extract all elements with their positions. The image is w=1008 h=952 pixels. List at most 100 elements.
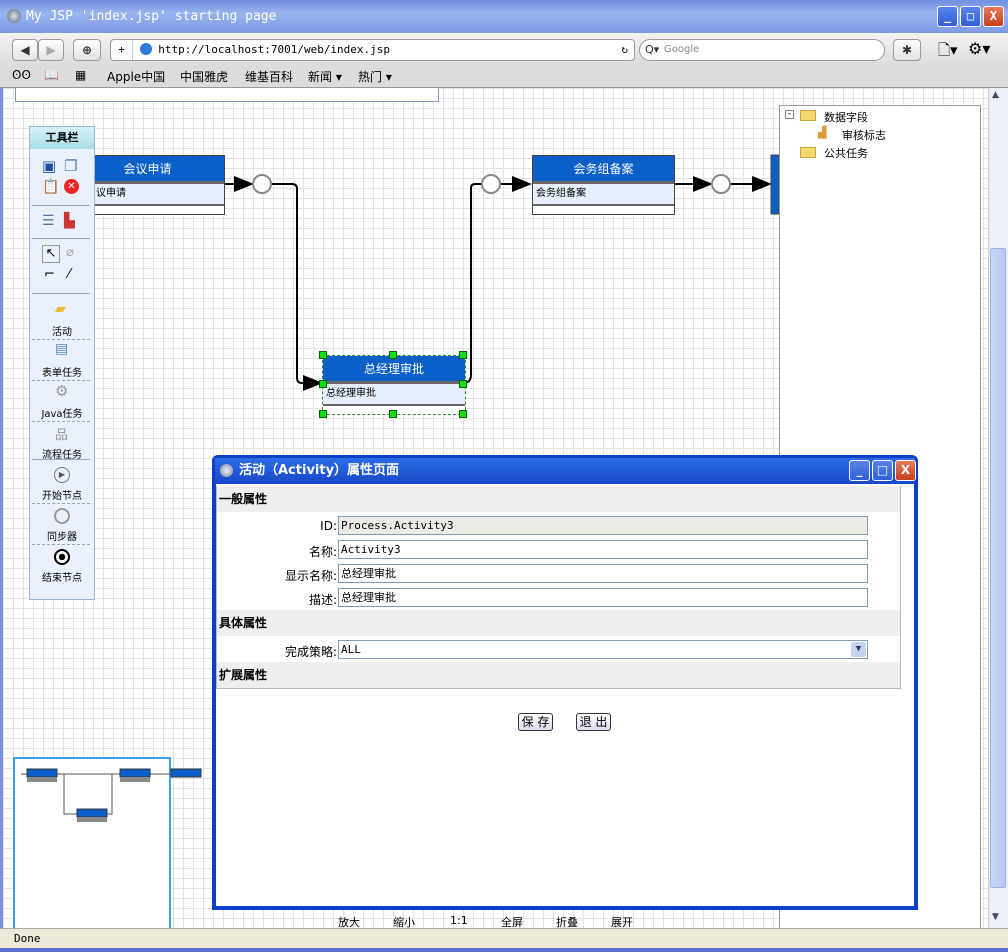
display-name-field[interactable]: 总经理审批 bbox=[338, 564, 868, 583]
bookmark-yahoo[interactable]: 中国雅虎 bbox=[180, 68, 228, 85]
activity-node[interactable]: 会务组备案 会务组备案 bbox=[532, 155, 675, 215]
resize-handle[interactable] bbox=[389, 351, 397, 359]
tool-end-node[interactable]: 结束节点 bbox=[30, 569, 94, 584]
java-task-icon[interactable]: ⚙ bbox=[55, 382, 68, 400]
collapse-icon[interactable]: - bbox=[785, 110, 794, 119]
scroll-down-arrow[interactable]: ▼ bbox=[992, 912, 999, 922]
end-node-icon[interactable] bbox=[54, 549, 70, 565]
dialog-maximize-button[interactable]: □ bbox=[872, 460, 893, 481]
save-icon[interactable]: ▣ bbox=[42, 157, 56, 175]
dialog-close-button[interactable]: X bbox=[895, 460, 916, 481]
field-label: 完成策略: bbox=[284, 645, 337, 659]
gear-icon[interactable]: ⚙▾ bbox=[968, 39, 990, 58]
tool-start-node[interactable]: 开始节点 bbox=[30, 487, 94, 502]
tree-item-public-tasks[interactable]: 公共任务 bbox=[824, 145, 868, 161]
search-input[interactable]: Q▾ Google bbox=[639, 39, 885, 61]
tool-activity[interactable]: 活动 bbox=[30, 323, 94, 338]
collapse-button[interactable]: 折叠 bbox=[556, 914, 578, 928]
add-bookmark-button[interactable]: ⊕ bbox=[73, 39, 101, 61]
window-title-bar: My JSP 'index.jsp' starting page _ □ X bbox=[0, 0, 1008, 33]
toolbox-title: 工具栏 bbox=[30, 127, 94, 149]
activity-icon[interactable]: ▰ bbox=[55, 301, 66, 317]
minimize-button[interactable]: _ bbox=[937, 6, 958, 27]
field-label: 显示名称: bbox=[284, 569, 337, 583]
dialog-minimize-button[interactable]: _ bbox=[849, 460, 870, 481]
delete-icon[interactable]: ✕ bbox=[64, 179, 79, 194]
chevron-down-icon[interactable]: ▼ bbox=[851, 642, 866, 657]
start-node-icon[interactable]: ▶ bbox=[54, 467, 70, 483]
folder-icon bbox=[800, 110, 816, 121]
folder-icon bbox=[800, 147, 816, 158]
add-icon[interactable]: + bbox=[111, 40, 133, 60]
section-general: 一般属性 bbox=[217, 486, 900, 512]
resize-handle[interactable] bbox=[459, 410, 467, 418]
toolbox-panel: 工具栏 ▣ ❐ 📋 ✕ ☰ ▙ ↖ ⌀ ⌐ ⁄ ▰ 活动 ▤ 表单任务 ⚙ Ja… bbox=[29, 126, 95, 600]
list-icon[interactable]: ☰ bbox=[42, 213, 55, 229]
chart-icon[interactable]: ▙ bbox=[64, 213, 75, 229]
field-label: 名称: bbox=[308, 545, 337, 559]
resize-handle[interactable] bbox=[459, 351, 467, 359]
page-menu-icon[interactable]: 🗋▾ bbox=[938, 40, 958, 65]
node-body: 会务组备案 bbox=[533, 184, 674, 206]
name-field[interactable]: Activity3 bbox=[338, 540, 868, 559]
scroll-up-arrow[interactable]: ▲ bbox=[992, 90, 999, 100]
globe-icon bbox=[139, 43, 152, 55]
bookmark-wiki[interactable]: 维基百科 bbox=[245, 68, 293, 85]
maximize-button[interactable]: □ bbox=[960, 6, 981, 27]
resize-handle[interactable] bbox=[319, 351, 327, 359]
tool-form-task[interactable]: 表单任务 bbox=[30, 364, 94, 379]
tool-synchronizer[interactable]: 同步器 bbox=[30, 528, 94, 543]
completion-strategy-select[interactable]: ALL ▼ bbox=[338, 640, 868, 659]
bug-button[interactable]: ✱ bbox=[893, 39, 921, 61]
copy-icon[interactable]: ❐ bbox=[64, 157, 77, 175]
activity-node-selected[interactable]: 总经理审批 总经理审批 bbox=[322, 355, 466, 415]
expand-button[interactable]: 展开 bbox=[611, 914, 633, 928]
tool-java-task[interactable]: Java任务 bbox=[30, 405, 94, 420]
node-title: 会务组备案 bbox=[533, 156, 674, 184]
zoom-in-button[interactable]: 放大 bbox=[338, 914, 360, 928]
resize-handle[interactable] bbox=[319, 380, 327, 388]
status-bar: Done bbox=[0, 928, 1008, 948]
form-task-icon[interactable]: ▤ bbox=[55, 341, 68, 357]
bookmarks-icon[interactable]: 📖 bbox=[44, 68, 59, 82]
actual-size-button[interactable]: 1:1 bbox=[450, 914, 468, 927]
reading-list-icon[interactable]: ʘʘ bbox=[12, 68, 31, 82]
section-specific: 具体属性 bbox=[217, 610, 900, 636]
tree-item-audit-flag[interactable]: 审核标志 bbox=[842, 127, 886, 143]
reload-icon[interactable]: ↻ bbox=[621, 40, 628, 60]
elbow-connector-icon[interactable]: ⌐ bbox=[44, 267, 55, 282]
bookmark-news[interactable]: 新闻 ▾ bbox=[308, 68, 342, 85]
address-bar[interactable]: + http://localhost:7001/web/index.jsp ↻ bbox=[110, 39, 635, 61]
process-task-icon[interactable]: 品 bbox=[55, 424, 68, 443]
pointer-icon[interactable]: ↖ bbox=[42, 245, 60, 263]
save-button[interactable]: 保 存 bbox=[518, 713, 553, 731]
mouse-icon[interactable]: ⌀ bbox=[66, 245, 74, 260]
description-field[interactable]: 总经理审批 bbox=[338, 588, 868, 607]
dialog-title: 活动（Activity）属性页面 bbox=[239, 463, 400, 478]
window-bottom-border bbox=[0, 948, 1008, 952]
resize-handle[interactable] bbox=[389, 410, 397, 418]
straight-connector-icon[interactable]: ⁄ bbox=[68, 267, 70, 282]
tree-item-data-fields[interactable]: 数据字段 bbox=[824, 109, 868, 125]
scrollbar-thumb[interactable] bbox=[990, 248, 1006, 888]
url-text: http://localhost:7001/web/index.jsp bbox=[158, 43, 391, 56]
clipboard-icon[interactable]: 📋 bbox=[42, 179, 59, 195]
id-field[interactable]: Process.Activity3 bbox=[338, 516, 868, 535]
synchronizer-icon[interactable] bbox=[54, 508, 70, 524]
bookmarks-bar: ʘʘ 📖 ▦ Apple中国 中国雅虎 维基百科 新闻 ▾ 热门 ▾ bbox=[0, 65, 1008, 88]
browser-icon bbox=[7, 9, 21, 23]
back-button[interactable]: ◀ bbox=[12, 39, 38, 61]
exit-button[interactable]: 退 出 bbox=[576, 713, 611, 731]
zoom-out-button[interactable]: 缩小 bbox=[393, 914, 415, 928]
bookmark-hot[interactable]: 热门 ▾ bbox=[358, 68, 392, 85]
resize-handle[interactable] bbox=[319, 410, 327, 418]
forward-button[interactable]: ▶ bbox=[38, 39, 64, 61]
resize-handle[interactable] bbox=[459, 380, 467, 388]
minimap-diagram bbox=[21, 768, 202, 822]
close-button[interactable]: X bbox=[983, 6, 1004, 27]
overview-minimap[interactable] bbox=[13, 757, 202, 928]
top-sites-icon[interactable]: ▦ bbox=[75, 68, 86, 82]
node-body: 总经理审批 bbox=[323, 384, 465, 406]
bookmark-apple[interactable]: Apple中国 bbox=[107, 68, 165, 85]
fullscreen-button[interactable]: 全屏 bbox=[501, 914, 523, 928]
